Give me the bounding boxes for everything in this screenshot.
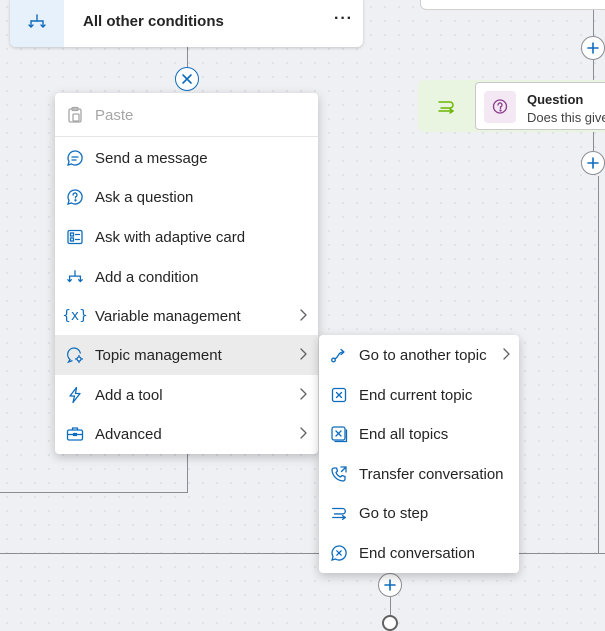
submenu-item-label: End all topics [359,425,449,443]
branch-icon [65,267,85,287]
submenu-item-go-to-step[interactable]: Go to step [319,493,519,533]
topic-gear-icon [65,345,85,365]
menu-item-label: Advanced [95,425,162,443]
menu-item-label: Add a condition [95,268,199,286]
question-card[interactable]: Question Does this give [475,82,605,130]
end-topic-icon [329,385,349,405]
menu-item-paste[interactable]: Paste [55,95,318,135]
branch-icon [27,12,47,32]
plus-icon [384,579,396,591]
submenu-item-end-conversation[interactable]: End conversation [319,533,519,573]
menu-item-send-message[interactable]: Send a message [55,138,318,178]
menu-divider [55,136,318,137]
chevron-right-icon [298,387,308,401]
question-bubble-icon [65,187,85,207]
topic-management-submenu: Go to another topic End current topic En… [319,335,519,573]
submenu-item-label: Go to another topic [359,346,487,364]
question-title: Question [527,92,584,107]
submenu-item-label: End conversation [359,544,475,562]
add-node-button[interactable] [581,151,605,175]
connector-end-circle [382,615,398,631]
menu-item-label: Topic management [95,346,222,364]
go-to-step-icon [436,96,456,116]
variable-icon: {x} [62,308,88,324]
question-subtitle: Does this give [527,110,605,125]
menu-item-ask-question[interactable]: Ask a question [55,177,318,217]
menu-item-label: Ask with adaptive card [95,228,246,246]
connector-line [187,454,188,492]
menu-item-add-tool[interactable]: Add a tool [55,375,318,415]
lightning-icon [65,385,85,405]
submenu-item-end-current-topic[interactable]: End current topic [319,375,519,415]
redirect-icon [329,345,349,365]
connector-line [593,132,594,151]
condition-card[interactable]: All other conditions ··· [10,0,363,47]
chevron-right-icon [501,347,511,361]
plus-icon [587,157,599,169]
submenu-item-label: Transfer conversation [359,465,504,483]
menu-item-label: Add a tool [95,386,163,404]
connector-line [187,47,188,67]
chat-bubble-icon [65,148,85,168]
question-node[interactable]: Question Does this give [418,80,605,132]
chevron-right-icon [298,308,308,322]
menu-item-add-condition[interactable]: Add a condition [55,257,318,297]
add-node-button[interactable] [378,573,402,597]
add-node-button[interactable] [581,36,605,60]
connector-line [0,492,188,493]
toolbox-icon [65,424,85,444]
menu-item-label: Ask a question [95,188,194,206]
close-icon [181,73,193,85]
connector-line [598,176,599,553]
menu-item-advanced[interactable]: Advanced [55,414,318,454]
clipboard-icon [65,105,85,125]
submenu-item-label: Go to step [359,504,429,522]
transfer-phone-icon [329,464,349,484]
menu-item-adaptive-card[interactable]: Ask with adaptive card [55,217,318,257]
end-conversation-icon [329,543,349,563]
menu-item-topic-management[interactable]: Topic management [55,335,318,375]
menu-item-label: Send a message [95,149,208,167]
add-node-context-menu: Paste Send a message Ask a question Ask … [55,93,318,454]
menu-item-variable-management[interactable]: {x} Variable management [55,296,318,336]
condition-icon-box [10,0,64,47]
submenu-item-go-to-another-topic[interactable]: Go to another topic [319,335,519,375]
submenu-item-label: End current topic [359,386,473,404]
question-bubble-icon [491,98,509,116]
menu-item-label: Paste [95,106,134,124]
question-icon-box [484,91,516,123]
upper-node-card[interactable] [420,0,605,10]
connector-line [593,60,594,80]
go-to-step-icon [329,503,349,523]
condition-title: All other conditions [83,13,224,30]
submenu-item-transfer-conversation[interactable]: Transfer conversation [319,454,519,494]
chevron-right-icon [298,347,308,361]
close-menu-button[interactable] [175,67,199,91]
menu-item-label: Variable management [95,307,241,325]
more-options-button[interactable]: ··· [334,10,353,28]
adaptive-card-icon [65,227,85,247]
plus-icon [587,42,599,54]
chevron-right-icon [298,426,308,440]
end-all-topics-icon [329,424,349,444]
submenu-item-end-all-topics[interactable]: End all topics [319,414,519,454]
